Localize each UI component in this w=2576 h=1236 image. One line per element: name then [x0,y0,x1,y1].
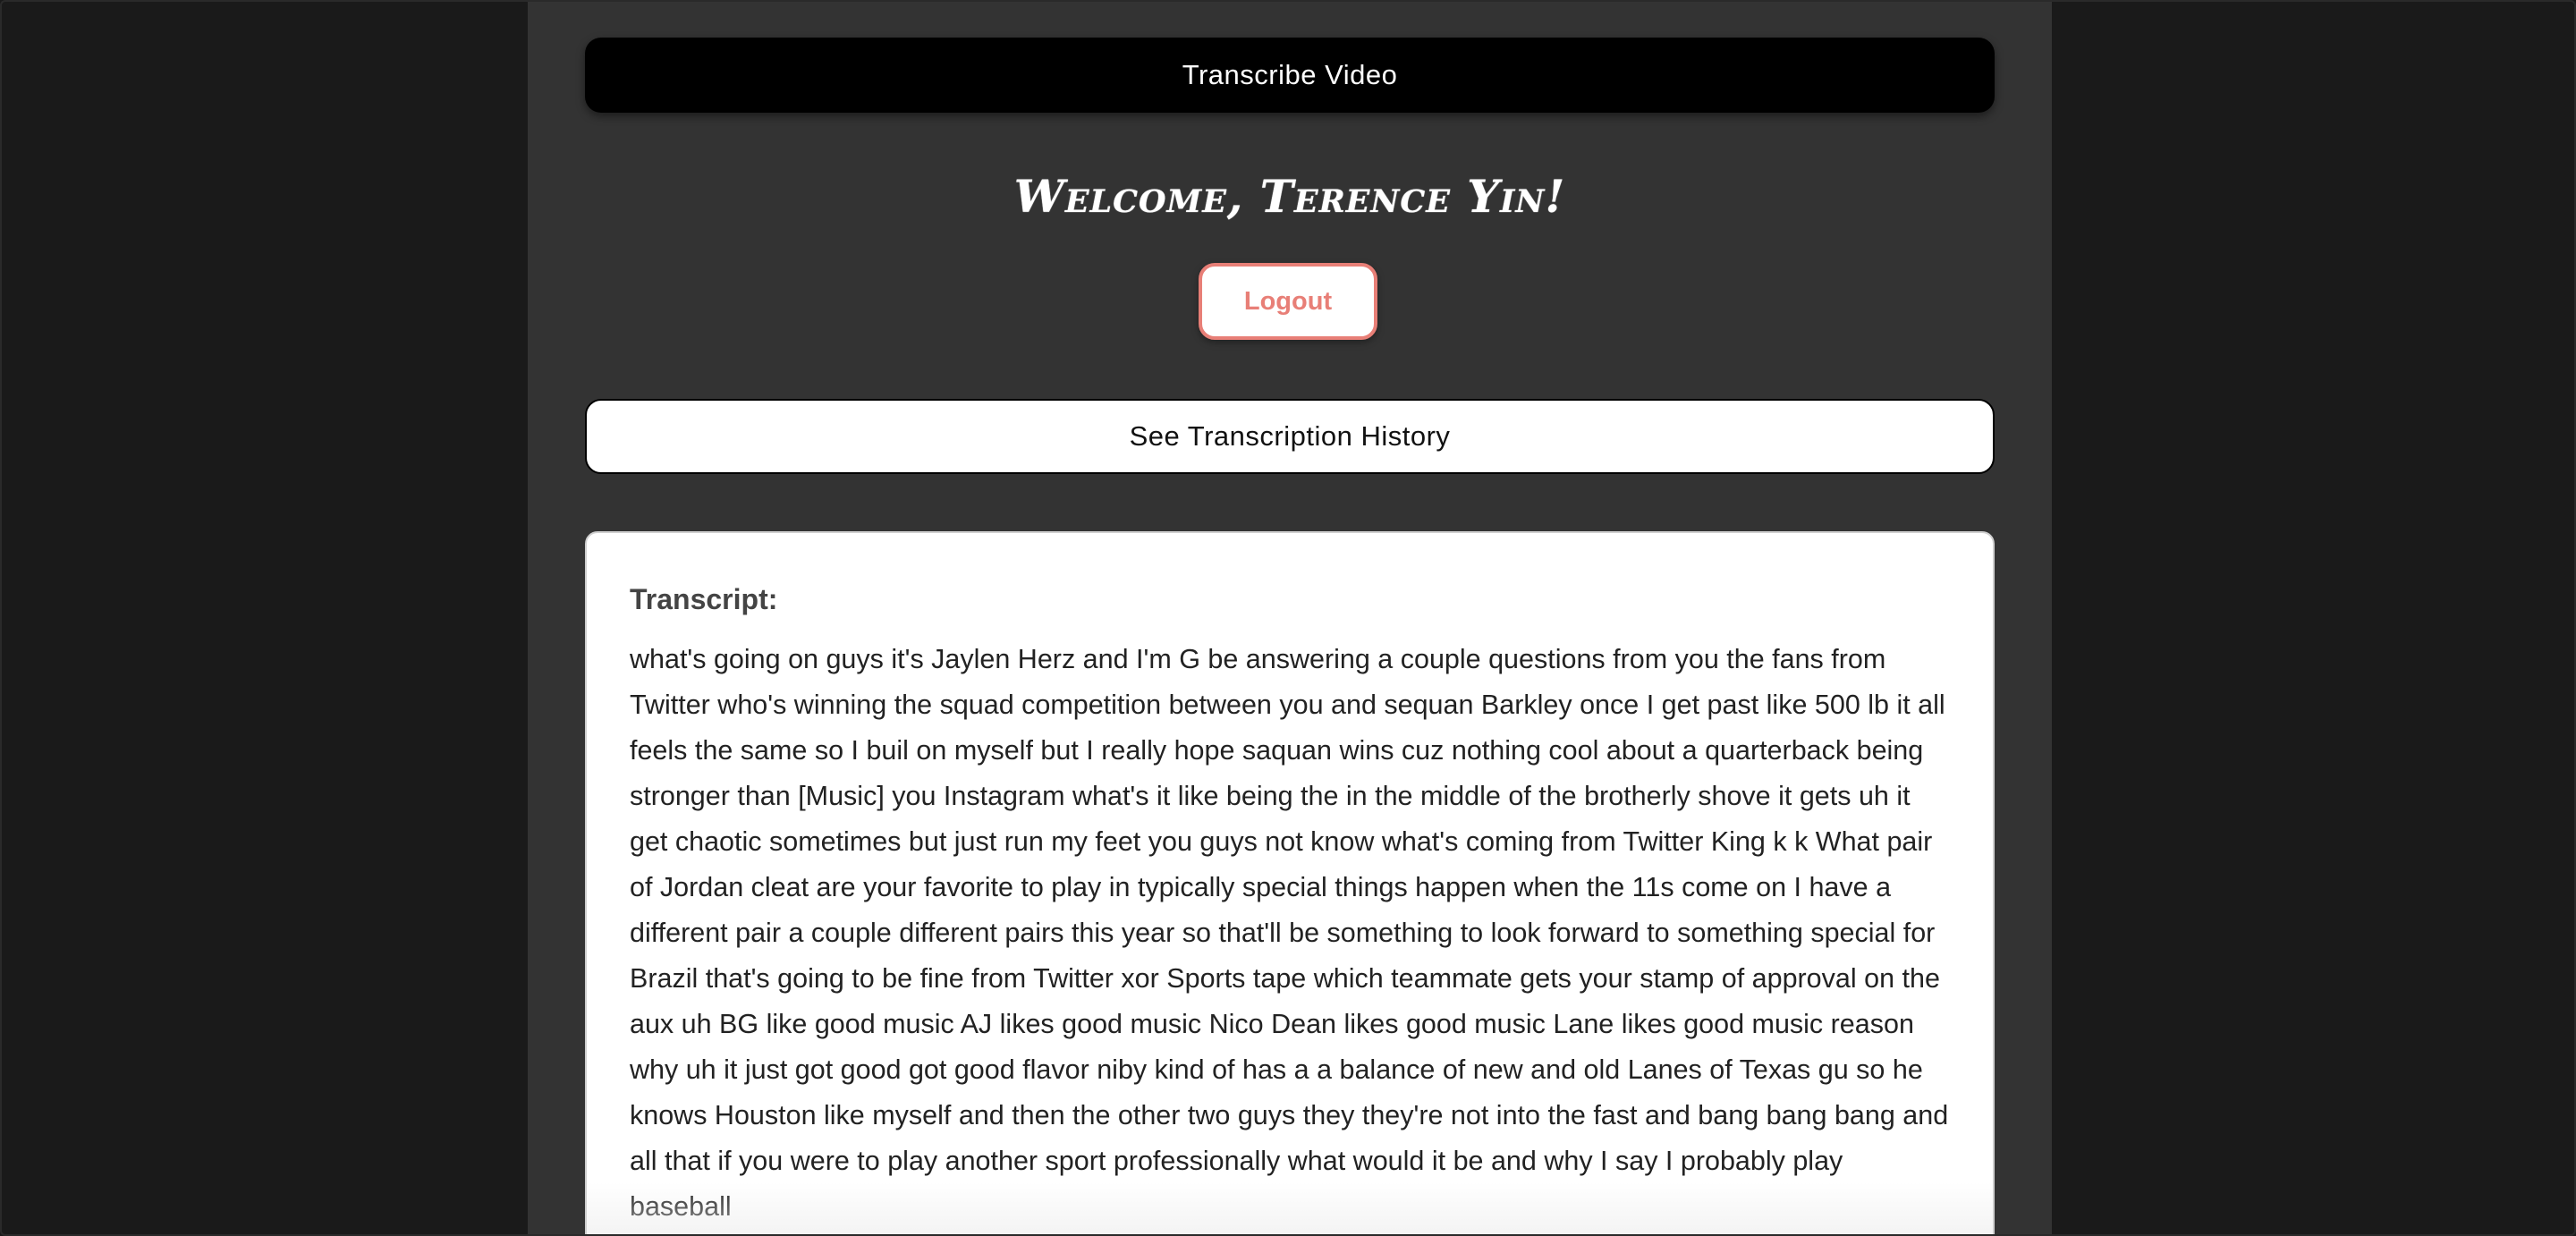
transcript-heading: Transcript: [630,583,778,615]
welcome-heading: Welcome, Terence Yin! [1013,170,1566,223]
app-window: Transcribe Video Welcome, Terence Yin! L… [0,0,2576,1236]
transcribe-video-button[interactable]: Transcribe Video [585,38,1995,113]
transcription-history-button[interactable]: See Transcription History [585,399,1995,474]
transcript-text: what's going on guys it's Jaylen Herz an… [630,644,1949,1222]
main-column: Transcribe Video Welcome, Terence Yin! L… [528,2,2052,1234]
logout-button[interactable]: Logout [1199,263,1377,340]
transcript-card: Transcript: what's going on guys it's Ja… [585,531,1995,1234]
